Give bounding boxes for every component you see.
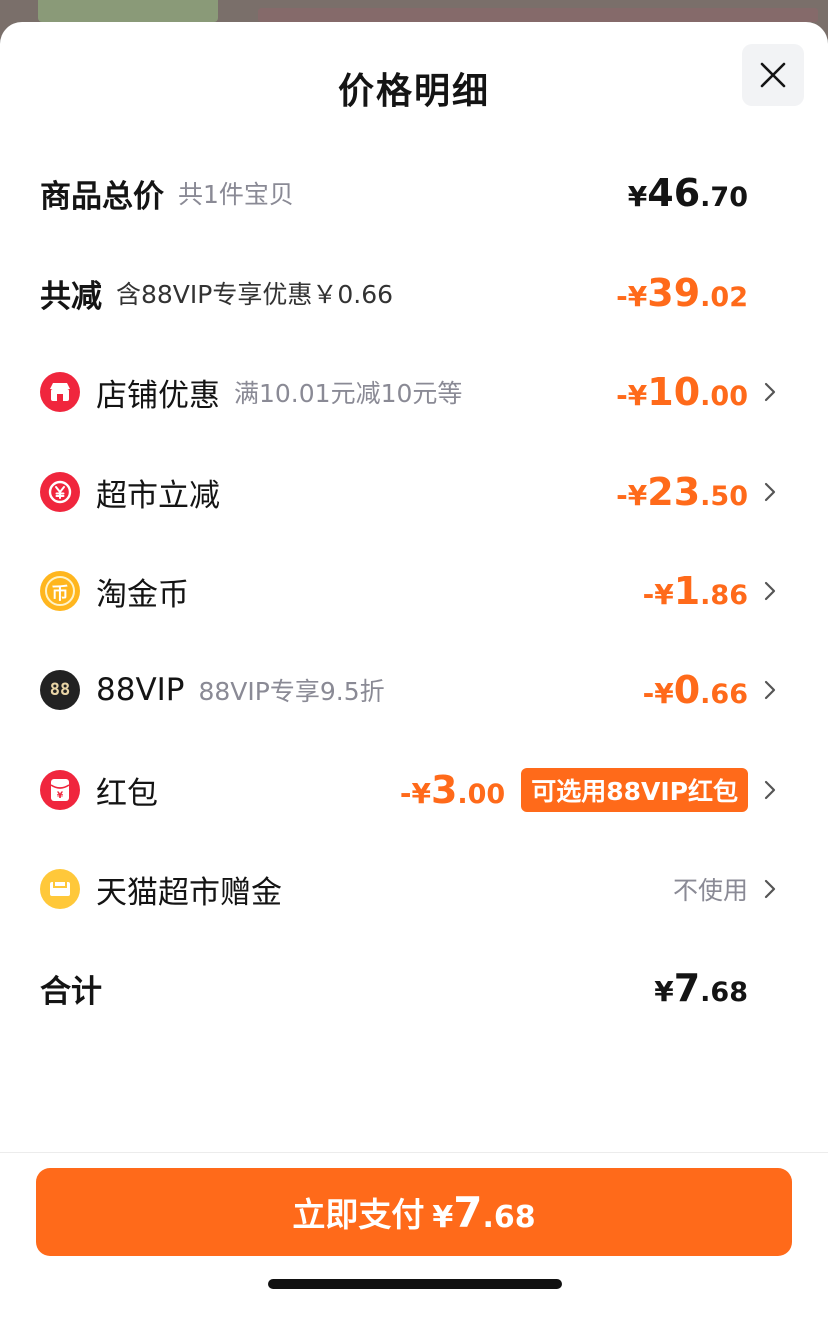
chevron-right-icon	[758, 877, 782, 901]
reduction-amount: -¥39.02	[616, 271, 748, 315]
pay-now-label: 立即支付	[292, 1195, 425, 1234]
gift-credit-value: 不使用	[672, 876, 748, 905]
chevron-right-icon	[758, 778, 782, 802]
close-icon	[760, 62, 786, 88]
total-price-amount: ¥46.70	[627, 171, 748, 215]
reduction-note: 含88VIP专享优惠￥0.66	[116, 280, 394, 309]
vip-red-packet-badge[interactable]: 可选用88VIP红包	[521, 768, 748, 812]
sheet-title: 价格明细	[337, 71, 490, 112]
row-taojinbi[interactable]: 币 淘金币 -¥1.86	[40, 561, 782, 621]
gift-card-icon	[40, 869, 80, 909]
chevron-right-icon	[758, 579, 782, 603]
shop-icon	[40, 372, 80, 412]
close-button[interactable]	[742, 44, 804, 106]
row-total-price: 商品总价 共1件宝贝 ¥46.70	[40, 163, 782, 223]
gift-credit-label: 天猫超市赠金	[96, 874, 282, 911]
supermarket-discount-amount: -¥23.50	[616, 470, 748, 514]
pay-now-amount: ¥7.68	[432, 1187, 536, 1237]
red-packet-label: 红包	[96, 775, 158, 812]
shop-discount-label: 店铺优惠	[96, 377, 220, 414]
chevron-right-icon	[758, 678, 782, 702]
row-gift-credit[interactable]: 天猫超市赠金 不使用	[40, 859, 782, 919]
row-shop-discount[interactable]: 店铺优惠 满10.01元减10元等 -¥10.00	[40, 362, 782, 422]
shop-discount-amount: -¥10.00	[616, 370, 748, 414]
sum-amount: ¥7.68	[654, 966, 748, 1010]
taojinbi-amount: -¥1.86	[642, 569, 748, 613]
vip-note: 88VIP专享9.5折	[198, 677, 385, 706]
svg-text:¥: ¥	[57, 791, 64, 801]
taojinbi-label: 淘金币	[96, 576, 189, 613]
gold-coin-icon: 币	[40, 571, 80, 611]
chevron-right-icon	[758, 380, 782, 404]
vip-amount: -¥0.66	[642, 668, 748, 712]
vip-label: 88VIP	[96, 672, 185, 708]
row-total-reduction: 共减 含88VIP专享优惠￥0.66 -¥39.02	[40, 263, 782, 323]
product-thumbnail	[38, 0, 218, 22]
row-red-packet[interactable]: ¥ 红包 -¥3.00 可选用88VIP红包	[40, 760, 782, 820]
item-count: 共1件宝贝	[178, 180, 294, 209]
row-88vip[interactable]: 88 88VIP 88VIP专享9.5折 -¥0.66	[40, 660, 782, 720]
sum-label: 合计	[40, 973, 102, 1010]
shop-discount-note: 满10.01元减10元等	[234, 379, 463, 408]
vip88-icon: 88	[40, 670, 80, 710]
reduction-label: 共减	[40, 278, 102, 315]
price-detail-sheet: 价格明细 商品总价 共1件宝贝 ¥46.70 共减 含88VIP专享优惠￥0.6…	[0, 22, 828, 1329]
footer-divider	[0, 1152, 828, 1153]
red-packet-amount: -¥3.00	[399, 768, 506, 812]
home-indicator[interactable]	[268, 1279, 562, 1289]
pay-now-button[interactable]: 立即支付 ¥7.68	[36, 1168, 792, 1256]
yen-coin-icon	[40, 472, 80, 512]
supermarket-discount-label: 超市立减	[96, 477, 220, 514]
total-price-label: 商品总价	[40, 178, 164, 215]
chevron-right-icon	[758, 480, 782, 504]
row-sum: 合计 ¥7.68	[40, 958, 782, 1018]
red-packet-icon: ¥	[40, 770, 80, 810]
row-supermarket-discount[interactable]: 超市立减 -¥23.50	[40, 462, 782, 522]
background-banner	[258, 8, 818, 22]
